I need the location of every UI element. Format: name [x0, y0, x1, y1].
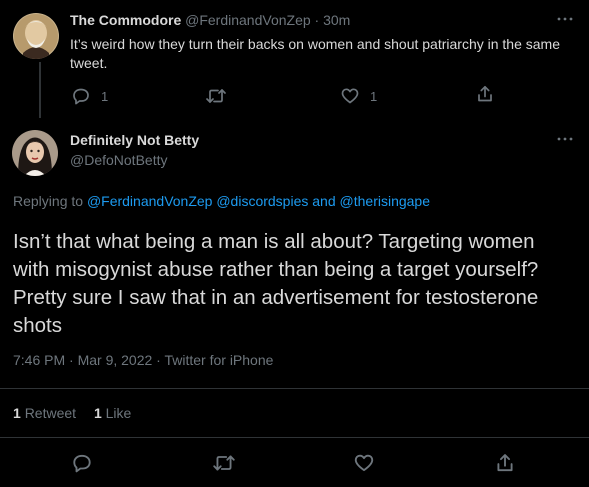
heart-icon [341, 88, 359, 104]
replying-and-word: and [312, 193, 336, 209]
retweet-icon [206, 89, 226, 103]
like-label: Like [105, 405, 132, 421]
parent-like-button[interactable]: 1 [340, 86, 377, 106]
main-tweet-timestamp[interactable]: 7:46 PM · Mar 9, 2022 · Twitter for iPho… [13, 352, 273, 368]
reply-icon [73, 454, 91, 473]
retweet-icon [213, 455, 235, 471]
main-like-button[interactable] [353, 452, 375, 474]
parent-author-name[interactable]: The Commodore [70, 12, 181, 28]
parent-reply-button[interactable]: 1 [71, 86, 108, 106]
main-author-name[interactable]: Definitely Not Betty [70, 132, 199, 148]
main-more-icon[interactable] [556, 134, 574, 144]
main-tweet-text: Isn’t that what being a man is all about… [13, 230, 539, 337]
divider-top [0, 388, 589, 389]
parent-tweet-header: The Commodore @FerdinandVonZep · 30m [70, 12, 350, 28]
share-icon [497, 454, 513, 472]
reply-icon [73, 88, 89, 105]
main-retweet-button[interactable] [212, 452, 236, 474]
header-separator: · [314, 12, 320, 28]
parent-author-handle[interactable]: @FerdinandVonZep [185, 12, 311, 28]
main-reply-button[interactable] [71, 452, 93, 474]
main-author-handle[interactable]: @DefoNotBetty [70, 152, 167, 168]
engagement-stats: 1 Retweet 1 Like [13, 405, 131, 421]
parent-tweet-text: It’s weird how they turn their backs on … [70, 36, 560, 71]
retweet-label: Retweet [24, 405, 77, 421]
mention-ferdinandvonzep[interactable]: @FerdinandVonZep [87, 193, 213, 209]
retweet-count: 1 [13, 405, 21, 421]
mention-discordspies[interactable]: @discordspies [216, 193, 308, 209]
retweets-stat[interactable]: 1 Retweet [13, 405, 80, 421]
divider-bottom [0, 437, 589, 438]
heart-icon [354, 454, 374, 472]
mention-therisingape[interactable]: @therisingape [340, 193, 431, 209]
betty-avatar[interactable] [12, 130, 58, 176]
replying-to-line: Replying to @FerdinandVonZep @discordspi… [13, 193, 430, 209]
parent-retweet-button[interactable] [205, 86, 227, 106]
likes-stat[interactable]: 1 Like [94, 405, 131, 421]
main-share-button[interactable] [494, 452, 516, 474]
parent-time-ago[interactable]: 30m [323, 12, 350, 28]
share-icon [478, 85, 492, 102]
like-count: 1 [93, 405, 102, 421]
commodore-avatar[interactable] [13, 13, 59, 59]
thread-connector-line [39, 62, 41, 118]
parent-share-button[interactable] [475, 84, 495, 104]
parent-more-icon[interactable] [556, 14, 574, 24]
parent-like-count: 1 [370, 88, 378, 104]
parent-reply-count: 1 [101, 88, 109, 104]
replying-to-label: Replying to [13, 193, 84, 209]
